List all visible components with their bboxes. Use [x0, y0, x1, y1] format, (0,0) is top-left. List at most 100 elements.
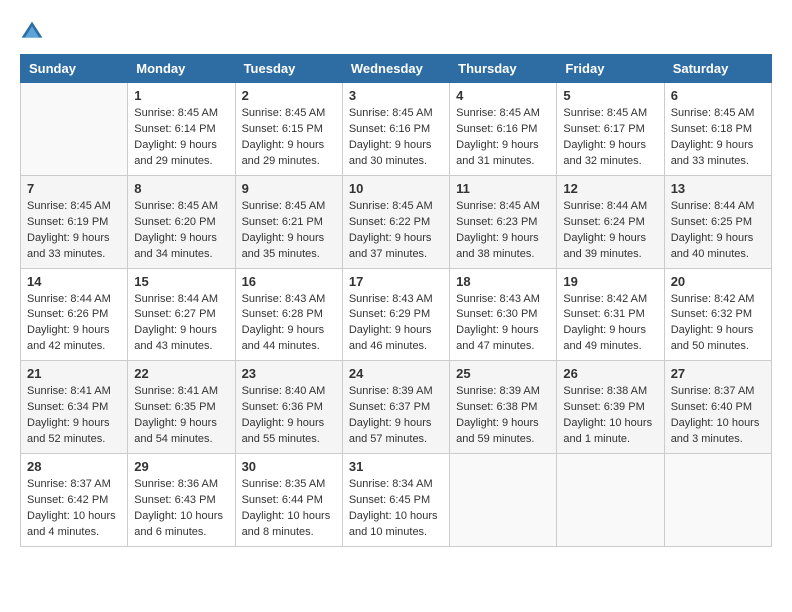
calendar-week-0: 1 Sunrise: 8:45 AMSunset: 6:14 PMDaylight… [21, 83, 772, 176]
cell-content: Sunrise: 8:44 AMSunset: 6:25 PMDaylight:… [671, 199, 765, 263]
cell-content: Sunrise: 8:41 AMSunset: 6:35 PMDaylight:… [134, 384, 228, 448]
day-number: 21 [27, 366, 121, 381]
weekday-header-sunday: Sunday [21, 55, 128, 83]
calendar-cell: 17 Sunrise: 8:43 AMSunset: 6:29 PMDayligh… [342, 268, 449, 361]
calendar-cell [664, 454, 771, 547]
cell-content: Sunrise: 8:43 AMSunset: 6:29 PMDaylight:… [349, 292, 443, 356]
day-number: 12 [563, 181, 657, 196]
calendar-week-3: 21 Sunrise: 8:41 AMSunset: 6:34 PMDayligh… [21, 361, 772, 454]
day-number: 26 [563, 366, 657, 381]
weekday-header-thursday: Thursday [450, 55, 557, 83]
calendar-cell: 2 Sunrise: 8:45 AMSunset: 6:15 PMDaylight… [235, 83, 342, 176]
day-number: 14 [27, 274, 121, 289]
cell-content: Sunrise: 8:43 AMSunset: 6:28 PMDaylight:… [242, 292, 336, 356]
cell-content: Sunrise: 8:45 AMSunset: 6:14 PMDaylight:… [134, 106, 228, 170]
day-number: 6 [671, 88, 765, 103]
logo [20, 20, 48, 44]
calendar-table: SundayMondayTuesdayWednesdayThursdayFrid… [20, 54, 772, 547]
day-number: 10 [349, 181, 443, 196]
cell-content: Sunrise: 8:45 AMSunset: 6:15 PMDaylight:… [242, 106, 336, 170]
calendar-cell: 10 Sunrise: 8:45 AMSunset: 6:22 PMDayligh… [342, 175, 449, 268]
cell-content: Sunrise: 8:42 AMSunset: 6:32 PMDaylight:… [671, 292, 765, 356]
calendar-cell: 11 Sunrise: 8:45 AMSunset: 6:23 PMDayligh… [450, 175, 557, 268]
day-number: 16 [242, 274, 336, 289]
calendar-cell: 9Sunrise: 8:45 AMSunset: 6:21 PMDaylight… [235, 175, 342, 268]
calendar-cell: 27 Sunrise: 8:37 AMSunset: 6:40 PMDayligh… [664, 361, 771, 454]
day-number: 17 [349, 274, 443, 289]
cell-content: Sunrise: 8:45 AMSunset: 6:21 PMDaylight:… [242, 199, 336, 263]
calendar-cell [21, 83, 128, 176]
day-number: 4 [456, 88, 550, 103]
cell-content: Sunrise: 8:44 AMSunset: 6:24 PMDaylight:… [563, 199, 657, 263]
weekday-header-tuesday: Tuesday [235, 55, 342, 83]
day-number: 30 [242, 459, 336, 474]
calendar-cell [557, 454, 664, 547]
day-number: 11 [456, 181, 550, 196]
calendar-cell: 21 Sunrise: 8:41 AMSunset: 6:34 PMDayligh… [21, 361, 128, 454]
cell-content: Sunrise: 8:39 AMSunset: 6:38 PMDaylight:… [456, 384, 550, 448]
weekday-header-saturday: Saturday [664, 55, 771, 83]
day-number: 15 [134, 274, 228, 289]
cell-content: Sunrise: 8:40 AMSunset: 6:36 PMDaylight:… [242, 384, 336, 448]
calendar-cell: 20 Sunrise: 8:42 AMSunset: 6:32 PMDayligh… [664, 268, 771, 361]
calendar-cell: 28 Sunrise: 8:37 AMSunset: 6:42 PMDayligh… [21, 454, 128, 547]
calendar-cell: 6 Sunrise: 8:45 AMSunset: 6:18 PMDaylight… [664, 83, 771, 176]
cell-content: Sunrise: 8:34 AMSunset: 6:45 PMDaylight:… [349, 477, 443, 541]
calendar-cell: 31Sunrise: 8:34 AMSunset: 6:45 PMDayligh… [342, 454, 449, 547]
day-number: 2 [242, 88, 336, 103]
logo-icon [20, 20, 44, 44]
calendar-cell: 23 Sunrise: 8:40 AMSunset: 6:36 PMDayligh… [235, 361, 342, 454]
cell-content: Sunrise: 8:45 AMSunset: 6:18 PMDaylight:… [671, 106, 765, 170]
day-number: 8 [134, 181, 228, 196]
day-number: 28 [27, 459, 121, 474]
day-number: 3 [349, 88, 443, 103]
calendar-week-1: 7 Sunrise: 8:45 AMSunset: 6:19 PMDaylight… [21, 175, 772, 268]
day-number: 5 [563, 88, 657, 103]
day-number: 23 [242, 366, 336, 381]
day-number: 20 [671, 274, 765, 289]
calendar-cell: 4 Sunrise: 8:45 AMSunset: 6:16 PMDaylight… [450, 83, 557, 176]
calendar-cell: 12 Sunrise: 8:44 AMSunset: 6:24 PMDayligh… [557, 175, 664, 268]
calendar-week-2: 14 Sunrise: 8:44 AMSunset: 6:26 PMDayligh… [21, 268, 772, 361]
calendar-cell: 1 Sunrise: 8:45 AMSunset: 6:14 PMDaylight… [128, 83, 235, 176]
cell-content: Sunrise: 8:45 AMSunset: 6:22 PMDaylight:… [349, 199, 443, 263]
day-number: 27 [671, 366, 765, 381]
cell-content: Sunrise: 8:45 AMSunset: 6:16 PMDaylight:… [456, 106, 550, 170]
calendar-cell: 29 Sunrise: 8:36 AMSunset: 6:43 PMDayligh… [128, 454, 235, 547]
cell-content: Sunrise: 8:45 AMSunset: 6:17 PMDaylight:… [563, 106, 657, 170]
cell-content: Sunrise: 8:44 AMSunset: 6:27 PMDaylight:… [134, 292, 228, 356]
calendar-cell: 7 Sunrise: 8:45 AMSunset: 6:19 PMDaylight… [21, 175, 128, 268]
cell-content: Sunrise: 8:45 AMSunset: 6:19 PMDaylight:… [27, 199, 121, 263]
day-number: 7 [27, 181, 121, 196]
cell-content: Sunrise: 8:36 AMSunset: 6:43 PMDaylight:… [134, 477, 228, 541]
calendar-cell: 5 Sunrise: 8:45 AMSunset: 6:17 PMDaylight… [557, 83, 664, 176]
day-number: 1 [134, 88, 228, 103]
calendar-cell: 18Sunrise: 8:43 AMSunset: 6:30 PMDayligh… [450, 268, 557, 361]
calendar-cell: 16 Sunrise: 8:43 AMSunset: 6:28 PMDayligh… [235, 268, 342, 361]
day-number: 25 [456, 366, 550, 381]
calendar-cell [450, 454, 557, 547]
calendar-cell: 24Sunrise: 8:39 AMSunset: 6:37 PMDayligh… [342, 361, 449, 454]
calendar-cell: 3 Sunrise: 8:45 AMSunset: 6:16 PMDaylight… [342, 83, 449, 176]
weekday-header-monday: Monday [128, 55, 235, 83]
cell-content: Sunrise: 8:39 AMSunset: 6:37 PMDaylight:… [349, 384, 443, 448]
calendar-cell: 22Sunrise: 8:41 AMSunset: 6:35 PMDayligh… [128, 361, 235, 454]
cell-content: Sunrise: 8:45 AMSunset: 6:16 PMDaylight:… [349, 106, 443, 170]
cell-content: Sunrise: 8:44 AMSunset: 6:26 PMDaylight:… [27, 292, 121, 356]
weekday-header-friday: Friday [557, 55, 664, 83]
cell-content: Sunrise: 8:45 AMSunset: 6:23 PMDaylight:… [456, 199, 550, 263]
calendar-cell: 15 Sunrise: 8:44 AMSunset: 6:27 PMDayligh… [128, 268, 235, 361]
calendar-cell: 14 Sunrise: 8:44 AMSunset: 6:26 PMDayligh… [21, 268, 128, 361]
cell-content: Sunrise: 8:42 AMSunset: 6:31 PMDaylight:… [563, 292, 657, 356]
day-number: 29 [134, 459, 228, 474]
weekday-header-wednesday: Wednesday [342, 55, 449, 83]
cell-content: Sunrise: 8:35 AMSunset: 6:44 PMDaylight:… [242, 477, 336, 541]
calendar-cell: 8Sunrise: 8:45 AMSunset: 6:20 PMDaylight… [128, 175, 235, 268]
page-header [20, 20, 772, 44]
day-number: 18 [456, 274, 550, 289]
cell-content: Sunrise: 8:41 AMSunset: 6:34 PMDaylight:… [27, 384, 121, 448]
cell-content: Sunrise: 8:37 AMSunset: 6:42 PMDaylight:… [27, 477, 121, 541]
day-number: 19 [563, 274, 657, 289]
calendar-cell: 25 Sunrise: 8:39 AMSunset: 6:38 PMDayligh… [450, 361, 557, 454]
cell-content: Sunrise: 8:37 AMSunset: 6:40 PMDaylight:… [671, 384, 765, 448]
